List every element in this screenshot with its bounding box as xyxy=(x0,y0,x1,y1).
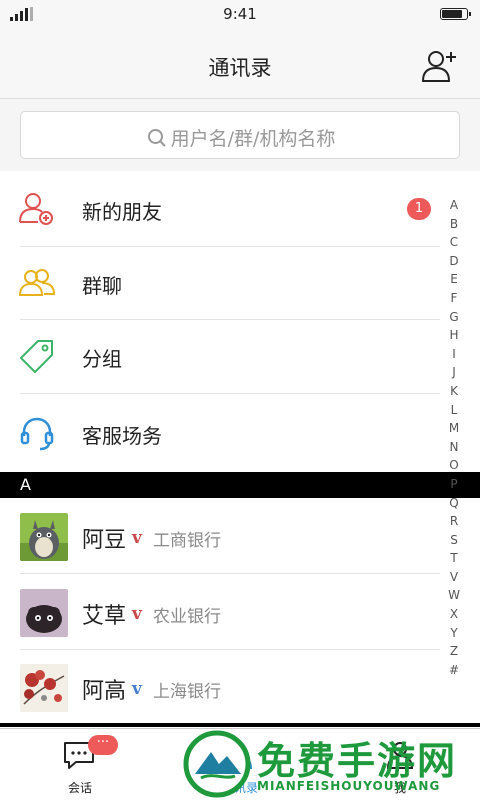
index-letter[interactable]: Z xyxy=(444,642,464,661)
search-icon xyxy=(147,128,166,147)
index-letter[interactable]: S xyxy=(444,531,464,550)
status-bar: 9:41 xyxy=(0,0,480,30)
chats-badge: ··· xyxy=(88,735,118,755)
index-letter[interactable]: X xyxy=(444,605,464,624)
contact-name: 阿高 xyxy=(82,679,127,704)
search-input[interactable]: 用户名/群/机构名称 xyxy=(20,111,460,159)
verified-icon: v xyxy=(132,528,142,548)
tab-chats[interactable]: ··· 会话 xyxy=(0,729,160,801)
index-letter[interactable]: P xyxy=(444,475,464,494)
page-title: 通讯录 xyxy=(208,56,272,80)
avatar xyxy=(20,589,68,637)
index-letter[interactable]: R xyxy=(444,512,464,531)
menu-label: 分组 xyxy=(82,347,122,371)
index-letter[interactable]: G xyxy=(444,308,464,327)
battery-icon xyxy=(440,8,471,20)
index-letter[interactable]: O xyxy=(444,456,464,475)
index-letter[interactable]: C xyxy=(444,233,464,252)
divider xyxy=(20,573,440,574)
index-letter[interactable]: Q xyxy=(444,494,464,513)
alphabet-index[interactable]: A B C D E F G H I J K L M N O P Q R S T V W X Y Z # xyxy=(444,196,464,679)
index-letter[interactable]: I xyxy=(444,345,464,364)
contact-org: 工商银行 xyxy=(153,531,221,551)
index-letter[interactable]: B xyxy=(444,215,464,234)
menu-item-new-friends[interactable]: 新的朋友 1 xyxy=(0,172,440,246)
index-letter[interactable]: K xyxy=(444,382,464,401)
index-letter[interactable]: A xyxy=(444,196,464,215)
contact-row[interactable]: 艾草 v 农业银行 xyxy=(0,576,440,650)
search-area: 用户名/群/机构名称 xyxy=(0,99,480,171)
index-letter[interactable]: Y xyxy=(444,624,464,643)
headset-icon xyxy=(20,417,54,451)
index-letter[interactable]: # xyxy=(444,661,464,680)
contact-name: 阿豆 xyxy=(82,528,127,553)
menu-item-customer-service[interactable]: 客服场务 xyxy=(0,396,440,470)
menu-item-group-chat[interactable]: 群聊 xyxy=(0,246,440,320)
contact-name: 艾草 xyxy=(82,604,127,629)
tab-label: 会话 xyxy=(67,781,92,795)
verified-icon: v xyxy=(132,679,142,699)
watermark-title: 免费手游网 xyxy=(257,739,458,783)
avatar xyxy=(20,664,68,712)
index-letter[interactable]: F xyxy=(444,289,464,308)
contact-row[interactable]: 阿豆 v 工商银行 xyxy=(0,500,440,574)
group-chat-icon xyxy=(18,269,56,296)
new-friends-badge: 1 xyxy=(407,198,431,220)
menu-label: 新的朋友 xyxy=(82,200,162,224)
divider xyxy=(20,649,440,650)
avatar xyxy=(20,513,68,561)
index-letter[interactable]: V xyxy=(444,568,464,587)
add-friend-icon xyxy=(19,193,53,225)
contact-org: 上海银行 xyxy=(153,682,221,702)
add-user-icon[interactable] xyxy=(420,48,460,84)
index-letter[interactable]: N xyxy=(444,438,464,457)
index-letter[interactable]: M xyxy=(444,419,464,438)
index-letter[interactable]: L xyxy=(444,401,464,420)
status-time: 9:41 xyxy=(223,5,257,23)
index-letter[interactable]: T xyxy=(444,549,464,568)
nav-bar: 通讯录 xyxy=(0,30,480,99)
watermark-logo xyxy=(183,730,251,798)
menu-label: 客服场务 xyxy=(82,424,162,448)
section-header: A xyxy=(0,472,480,498)
index-letter[interactable]: E xyxy=(444,270,464,289)
tag-icon xyxy=(20,340,53,373)
index-letter[interactable]: D xyxy=(444,252,464,271)
contact-org: 农业银行 xyxy=(153,607,221,627)
contact-row[interactable]: 阿高 v 上海银行 xyxy=(0,651,440,725)
watermark: 免费手游网 MIANFEISHOUYOUWANG xyxy=(183,728,480,800)
section-letter: A xyxy=(20,475,31,494)
menu-item-groups[interactable]: 分组 xyxy=(0,319,440,393)
index-letter[interactable]: J xyxy=(444,363,464,382)
verified-icon: v xyxy=(132,604,142,624)
search-placeholder: 用户名/群/机构名称 xyxy=(170,128,336,150)
menu-label: 群聊 xyxy=(82,274,122,298)
divider xyxy=(20,393,440,394)
index-letter[interactable]: W xyxy=(444,586,464,605)
watermark-subtitle: MIANFEISHOUYOUWANG xyxy=(257,779,441,793)
index-letter[interactable]: H xyxy=(444,326,464,345)
